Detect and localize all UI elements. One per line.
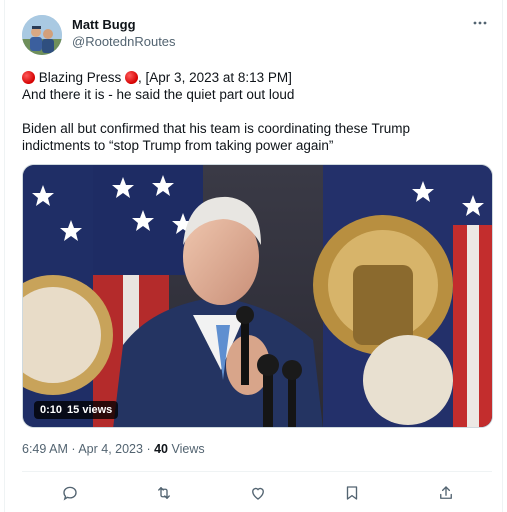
tweet-text: Blazing Press , [Apr 3, 2023 at 8:13 PM]… xyxy=(22,69,492,154)
bookmark-icon[interactable] xyxy=(341,482,363,504)
more-icon[interactable] xyxy=(469,14,491,32)
tweet-line2: And there it is - he said the quiet part… xyxy=(22,87,295,102)
tweet-time[interactable]: 6:49 AM xyxy=(22,442,68,456)
tweet-line3: Biden all but confirmed that his team is… xyxy=(22,121,410,136)
tweet-meta: 6:49 AM · Apr 4, 2023 · 40 Views xyxy=(22,442,205,456)
reply-icon[interactable] xyxy=(59,482,81,504)
tweet-card: Matt Bugg @RootednRoutes Blazing Press ,… xyxy=(4,0,503,512)
views-label: Views xyxy=(171,442,205,456)
meta-separator: · xyxy=(146,442,151,456)
red-circle-emoji-icon xyxy=(22,71,35,84)
view-count: 40 xyxy=(154,442,169,456)
meta-separator: · xyxy=(71,442,76,456)
video-views: 15 views xyxy=(67,404,113,416)
like-icon[interactable] xyxy=(247,482,269,504)
video-duration: 0:10 xyxy=(40,404,63,416)
author-handle[interactable]: @RootednRoutes xyxy=(72,34,176,49)
tweet-line1-suffix: , [Apr 3, 2023 at 8:13 PM] xyxy=(138,70,292,85)
tweet-date[interactable]: Apr 4, 2023 xyxy=(78,442,143,456)
video-player[interactable]: 0:10 15 views xyxy=(22,164,493,428)
divider xyxy=(22,471,492,472)
action-bar xyxy=(22,480,492,504)
tweet-line1-text: Blazing Press xyxy=(35,70,126,85)
video-frame xyxy=(23,165,492,427)
avatar[interactable] xyxy=(22,15,62,55)
video-badge: 0:10 15 views xyxy=(34,401,119,419)
share-icon[interactable] xyxy=(435,482,457,504)
tweet-line4: indictments to “stop Trump from taking p… xyxy=(22,138,334,153)
retweet-icon[interactable] xyxy=(153,482,175,504)
author-name[interactable]: Matt Bugg xyxy=(72,17,136,32)
red-circle-emoji-icon xyxy=(125,71,139,84)
